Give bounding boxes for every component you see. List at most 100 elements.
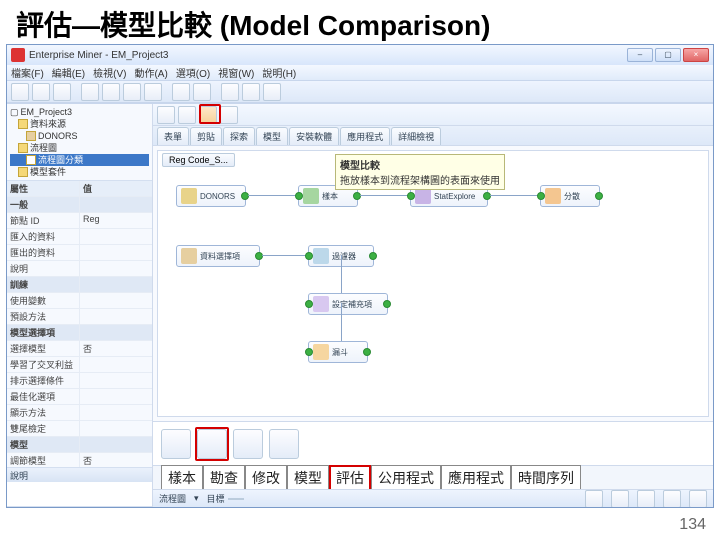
prop-key: 雙尾檢定 [7,421,80,436]
category-tab[interactable]: 詳細檢視 [391,127,441,145]
toolbar-button[interactable] [102,83,120,101]
process-flow-canvas[interactable]: Reg Code_S... DONORS 樣本 StatExplore 分散 資… [157,150,709,417]
prop-section: 訓練 [7,277,80,292]
toolbar-button[interactable] [193,83,211,101]
prop-key: 匯入的資料 [7,229,80,244]
semma-tab-sample[interactable]: 樣本 [161,465,203,491]
prop-key: 預設方法 [7,309,80,324]
toolbar-button[interactable] [242,83,260,101]
semma-tab-explore[interactable]: 勘查 [203,465,245,491]
palette-icon[interactable] [197,429,227,459]
maximize-button[interactable]: ▢ [655,48,681,62]
diagram-tab[interactable]: Reg Code_S... [162,153,235,167]
status-button[interactable] [637,490,655,508]
prop-key: 說明 [7,261,80,276]
menu-options[interactable]: 選項(O) [176,65,210,80]
window-title: Enterprise Miner - EM_Project3 [29,50,169,61]
prop-section: 模型選擇項 [7,325,80,340]
prop-value[interactable] [80,229,152,244]
prop-key: 調節模型 [7,453,80,468]
prop-key: 選擇模型 [7,341,80,356]
semma-tab-modify[interactable]: 修改 [245,465,287,491]
prop-key: 排示選擇條件 [7,373,80,388]
palette-icon[interactable] [233,429,263,459]
menu-view[interactable]: 檢視(V) [93,65,126,80]
prop-key: 使用變數 [7,293,80,308]
prop-value[interactable]: Reg [80,213,152,228]
node-data-select[interactable]: 資料選擇項 [176,245,260,267]
prop-key: 顯示方法 [7,405,80,420]
status-bar: 流程圖 ▾ 目標 [153,489,713,507]
semma-tab-application[interactable]: 應用程式 [441,465,511,491]
semma-tab-model[interactable]: 模型 [287,465,329,491]
prop-header-val: 值 [80,181,152,196]
toolbar-button[interactable] [172,83,190,101]
prop-value[interactable] [80,261,152,276]
close-button[interactable]: × [683,48,709,62]
prop-value[interactable] [80,309,152,324]
prop-value[interactable] [80,245,152,260]
toolbar-button[interactable] [144,83,162,101]
status-combo-label: 目標 [207,492,225,505]
toolbar-button[interactable] [32,83,50,101]
status-button[interactable] [611,490,629,508]
node-tool-button[interactable] [178,106,196,124]
semma-tab-utility[interactable]: 公用程式 [371,465,441,491]
toolbar-button[interactable] [123,83,141,101]
status-button[interactable] [585,490,603,508]
status-zoom-button[interactable] [663,490,681,508]
titlebar: Enterprise Miner - EM_Project3 – ▢ × [7,45,713,65]
description-panel-body [7,482,152,506]
toolbar-button[interactable] [81,83,99,101]
category-tab[interactable]: 模型 [256,127,288,145]
semma-tab-timeseries[interactable]: 時間序列 [511,465,581,491]
menu-edit[interactable]: 編輯(E) [52,65,85,80]
menu-action[interactable]: 動作(A) [134,65,167,80]
page-number: 134 [679,516,706,534]
prop-value[interactable] [80,293,152,308]
node-palette [153,421,713,465]
prop-key: 節點 ID [7,213,80,228]
category-tab[interactable]: 探索 [223,127,255,145]
menu-window[interactable]: 視窗(W) [218,65,254,80]
prop-value[interactable] [80,421,152,436]
category-tab[interactable]: 剪貼 [190,127,222,145]
minimize-button[interactable]: – [627,48,653,62]
category-tab[interactable]: 表單 [157,127,189,145]
status-zoom-button[interactable] [689,490,707,508]
prop-key: 最佳化選項 [7,389,80,404]
menu-file[interactable]: 檔案(F) [11,65,44,80]
prop-value[interactable] [80,389,152,404]
main-toolbar [7,81,713,103]
toolbar-button[interactable] [11,83,29,101]
category-tab[interactable]: 應用程式 [340,127,390,145]
app-icon [11,48,25,62]
node-donors[interactable]: DONORS [176,185,246,207]
node-funnel[interactable]: 漏斗 [308,341,368,363]
prop-value[interactable]: 否 [80,341,152,356]
highlight-model-compare-palette [195,427,229,461]
node-tool-button-model-compare[interactable] [199,106,217,124]
prop-value[interactable] [80,373,152,388]
palette-icon[interactable] [161,429,191,459]
toolbar-button[interactable] [263,83,281,101]
app-window: Enterprise Miner - EM_Project3 – ▢ × 檔案(… [6,44,714,508]
node-tool-button[interactable] [220,106,238,124]
semma-tab-row: 樣本 勘查 修改 模型 評估 公用程式 應用程式 時間序列 [153,465,713,489]
project-tree[interactable]: ▢EM_Project3 資料來源 DONORS 流程圖 流程圖分類 模型套件 [7,104,152,180]
toolbar-button[interactable] [53,83,71,101]
description-panel-header: 說明 [7,468,152,482]
status-combo[interactable] [228,498,244,500]
menu-help[interactable]: 說明(H) [262,65,296,80]
node-impute[interactable]: 設定補充項 [308,293,388,315]
category-tab[interactable]: 安裝軟體 [289,127,339,145]
prop-section: 一般 [7,197,80,212]
prop-value[interactable] [80,357,152,372]
prop-value[interactable] [80,405,152,420]
semma-tab-assess[interactable]: 評估 [329,465,371,491]
node-split[interactable]: 分散 [540,185,600,207]
toolbar-button[interactable] [221,83,239,101]
node-tool-button[interactable] [157,106,175,124]
prop-value[interactable]: 否 [80,453,152,468]
palette-icon[interactable] [269,429,299,459]
